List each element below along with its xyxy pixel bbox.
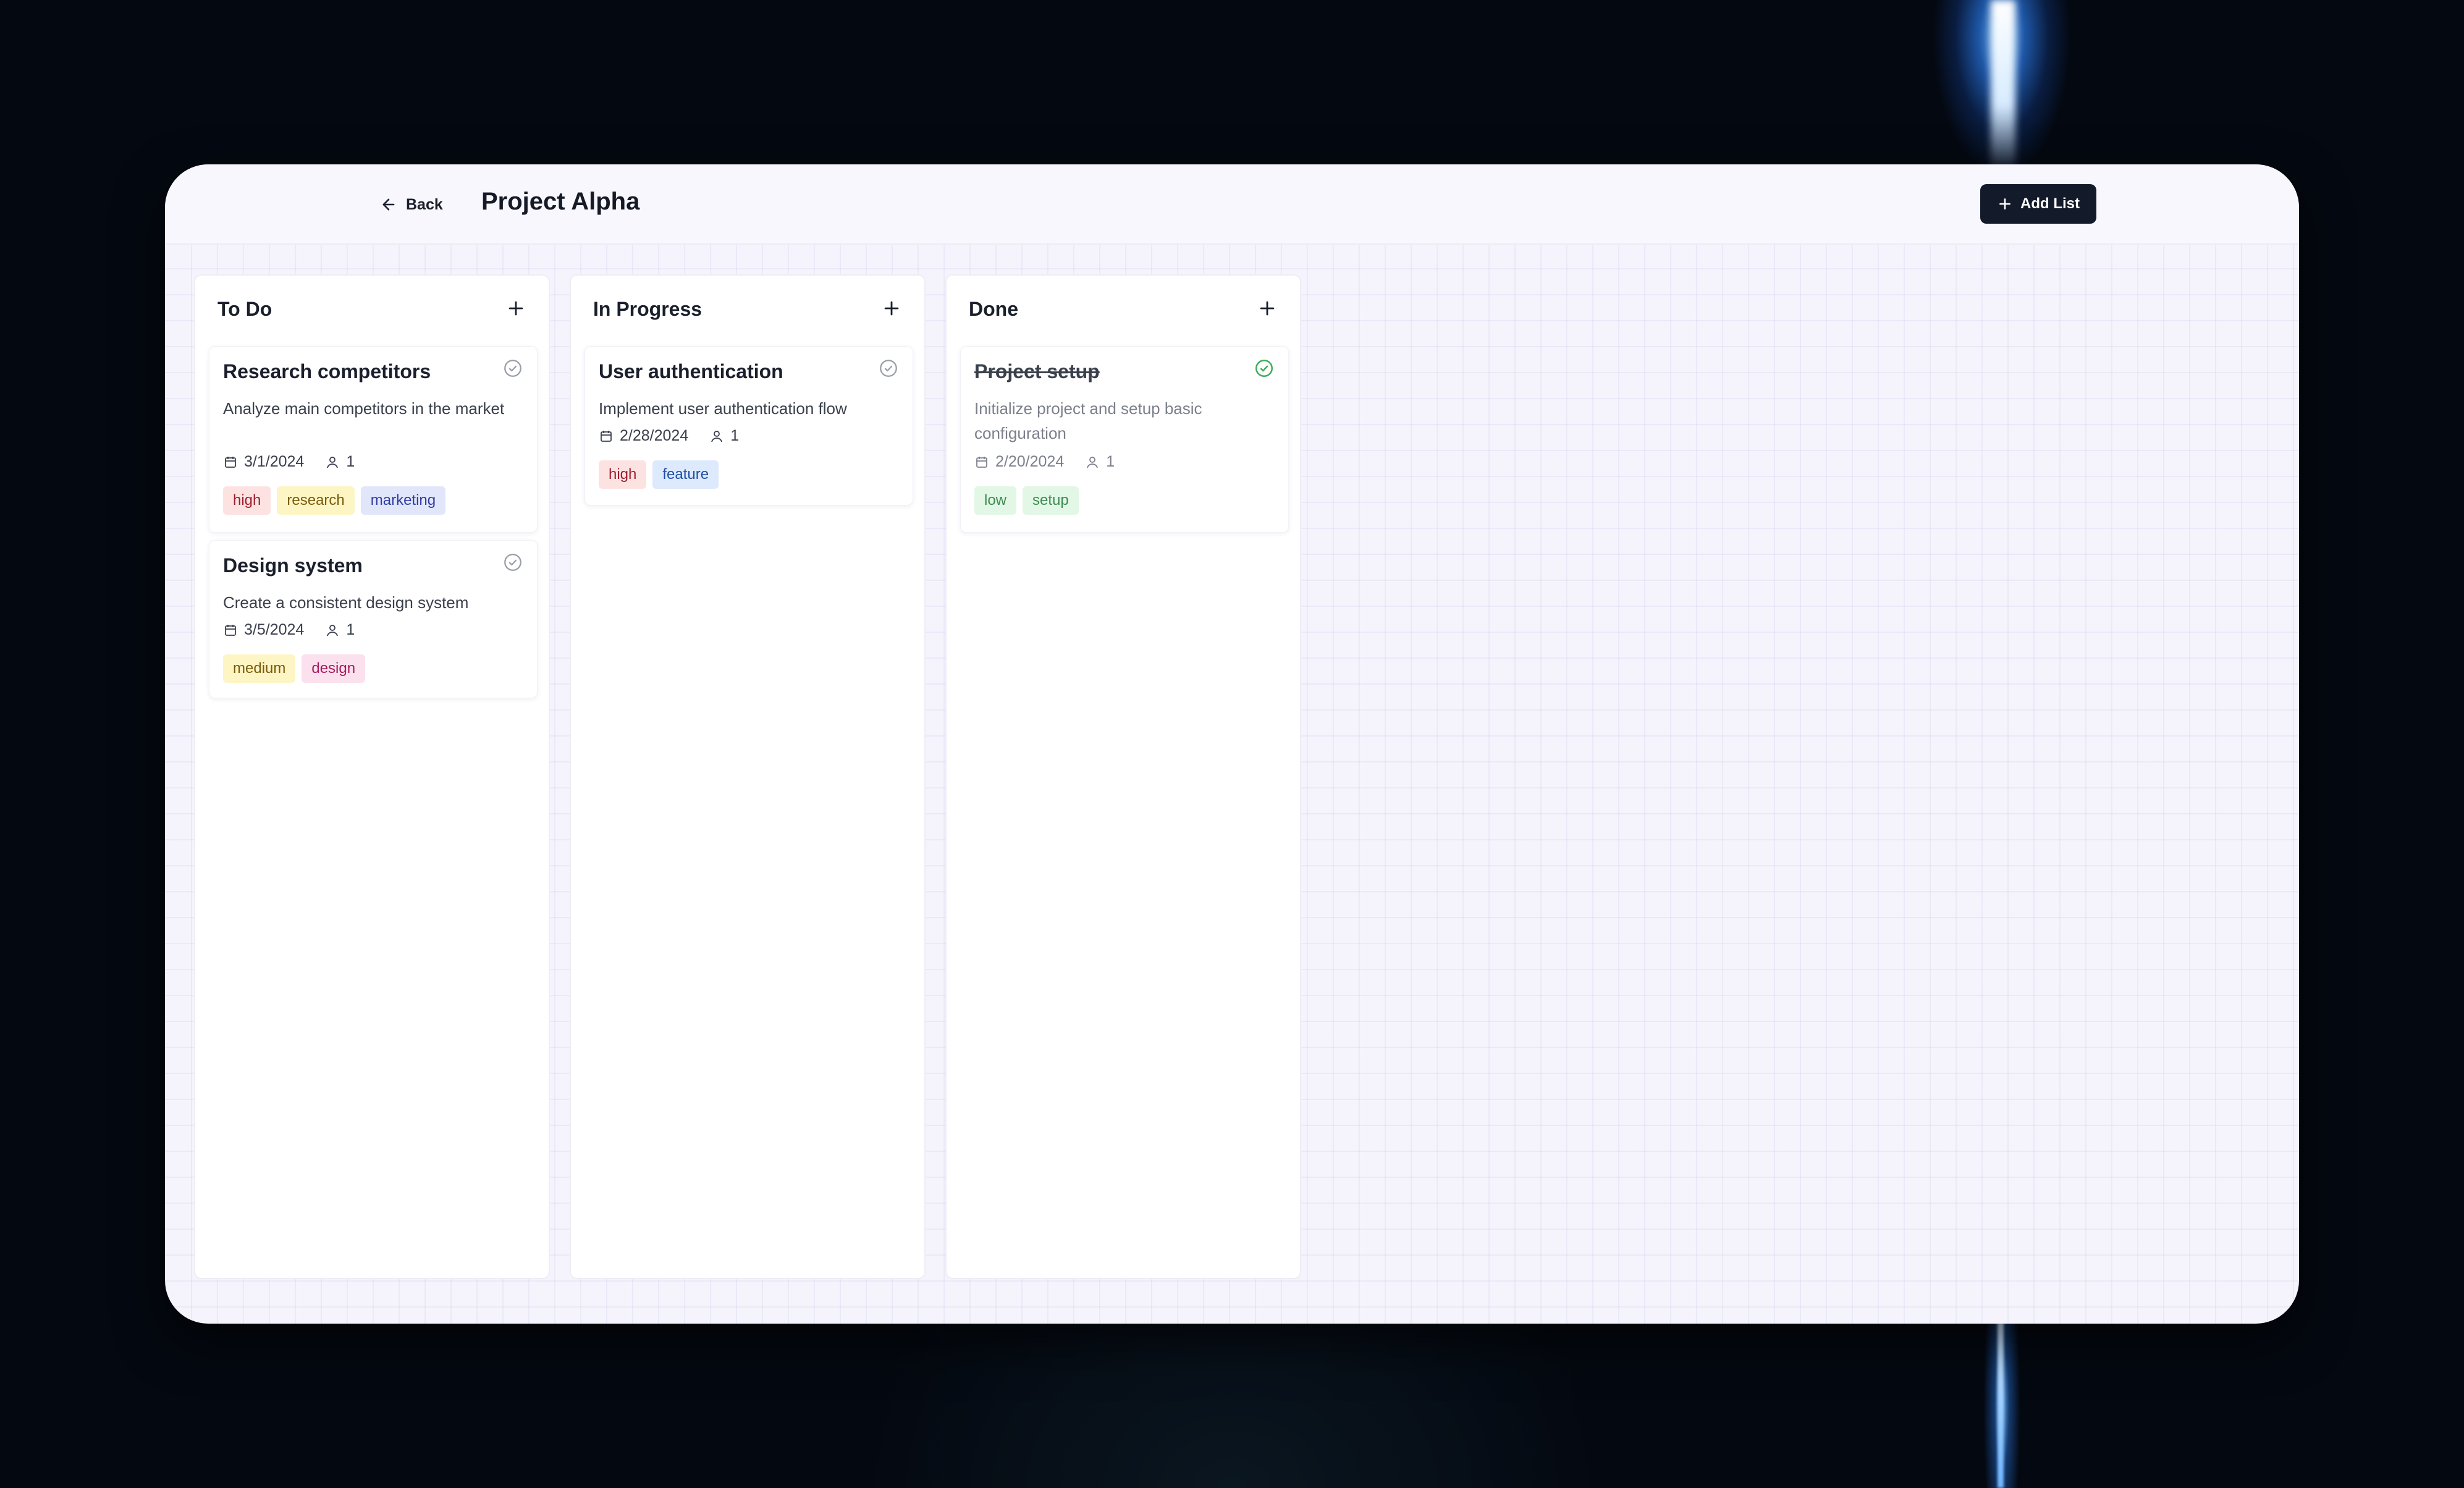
task-date: 2/20/2024 bbox=[995, 453, 1065, 470]
calendar-icon bbox=[601, 430, 612, 442]
list-column-in-progress: In Progress User authentication Implemen… bbox=[570, 274, 926, 1279]
light-beam-bottom-core bbox=[1998, 1322, 2004, 1488]
task-description: Create a consistent design system bbox=[223, 593, 469, 612]
calendar-icon bbox=[976, 456, 987, 468]
task-card[interactable]: Research competitors Analyze main compet… bbox=[209, 346, 538, 533]
check-circle-icon[interactable] bbox=[502, 358, 523, 379]
task-tags: high feature bbox=[599, 460, 719, 489]
check-circle-icon[interactable] bbox=[878, 358, 899, 379]
task-card[interactable]: User authentication Implement user authe… bbox=[584, 346, 913, 505]
tag-marketing: marketing bbox=[360, 486, 446, 515]
add-list-button[interactable]: Add List bbox=[1980, 184, 2096, 224]
board-header: Back Project Alpha Add List bbox=[165, 164, 2299, 245]
user-icon bbox=[711, 430, 723, 442]
list-title: In Progress bbox=[593, 298, 702, 320]
task-assignee-count: 1 bbox=[346, 621, 355, 638]
plus-icon bbox=[1999, 198, 2010, 209]
list-column-done: Done Project setup Initialize project an… bbox=[945, 274, 1301, 1279]
back-label: Back bbox=[406, 195, 443, 213]
plus-icon[interactable] bbox=[1257, 298, 1278, 319]
task-meta: 2/20/2024 1 bbox=[974, 453, 1115, 471]
add-list-label: Add List bbox=[2020, 195, 2080, 212]
desktop-background: Back Project Alpha Add List To Do Resear… bbox=[0, 0, 2464, 1488]
tag-high: high bbox=[599, 460, 647, 489]
tag-low: low bbox=[974, 486, 1017, 515]
check-circle-icon[interactable] bbox=[1254, 358, 1275, 379]
tag-feature: feature bbox=[652, 460, 719, 489]
list-column-todo: To Do Research competitors Analyze main … bbox=[194, 274, 550, 1279]
task-card[interactable]: Design system Create a consistent design… bbox=[209, 540, 538, 698]
task-card[interactable]: Project setup Initialize project and set… bbox=[960, 346, 1289, 533]
task-title: Project setup bbox=[974, 360, 1100, 383]
tag-research: research bbox=[277, 486, 355, 515]
calendar-icon bbox=[225, 624, 236, 636]
task-description: Implement user authentication flow bbox=[599, 399, 847, 418]
page-title: Project Alpha bbox=[481, 188, 640, 215]
task-description: Initialize project and setup basic confi… bbox=[974, 399, 1202, 442]
task-meta: 3/1/2024 1 bbox=[223, 453, 355, 471]
task-title: User authentication bbox=[599, 360, 783, 383]
task-meta: 3/5/2024 1 bbox=[223, 621, 355, 639]
board-window: Back Project Alpha Add List To Do Resear… bbox=[165, 164, 2299, 1324]
tag-design: design bbox=[302, 654, 366, 683]
task-date: 3/5/2024 bbox=[244, 621, 305, 638]
task-title: Research competitors bbox=[223, 360, 431, 383]
tag-high: high bbox=[223, 486, 271, 515]
task-assignee-count: 1 bbox=[730, 427, 740, 444]
task-assignee-count: 1 bbox=[346, 453, 355, 470]
user-icon bbox=[327, 456, 339, 468]
task-date: 2/28/2024 bbox=[620, 427, 689, 444]
task-assignee-count: 1 bbox=[1106, 453, 1115, 470]
task-tags: medium design bbox=[223, 654, 366, 683]
plus-icon[interactable] bbox=[505, 298, 526, 319]
light-beam-top-core bbox=[1991, 0, 2015, 173]
calendar-icon bbox=[225, 456, 236, 468]
check-circle-icon[interactable] bbox=[502, 552, 523, 573]
arrow-left-icon bbox=[382, 198, 395, 211]
task-tags: high research marketing bbox=[223, 486, 446, 515]
list-title: To Do bbox=[217, 298, 272, 320]
tag-medium: medium bbox=[223, 654, 296, 683]
user-icon bbox=[1087, 456, 1099, 468]
back-button[interactable]: Back bbox=[380, 190, 443, 219]
tag-setup: setup bbox=[1023, 486, 1079, 515]
task-date: 3/1/2024 bbox=[244, 453, 305, 470]
user-icon bbox=[327, 624, 339, 636]
task-tags: low setup bbox=[974, 486, 1079, 515]
task-meta: 2/28/2024 1 bbox=[599, 427, 739, 445]
task-description: Analyze main competitors in the market bbox=[223, 399, 505, 418]
plus-icon[interactable] bbox=[881, 298, 902, 319]
list-title: Done bbox=[969, 298, 1018, 320]
task-title: Design system bbox=[223, 554, 363, 577]
